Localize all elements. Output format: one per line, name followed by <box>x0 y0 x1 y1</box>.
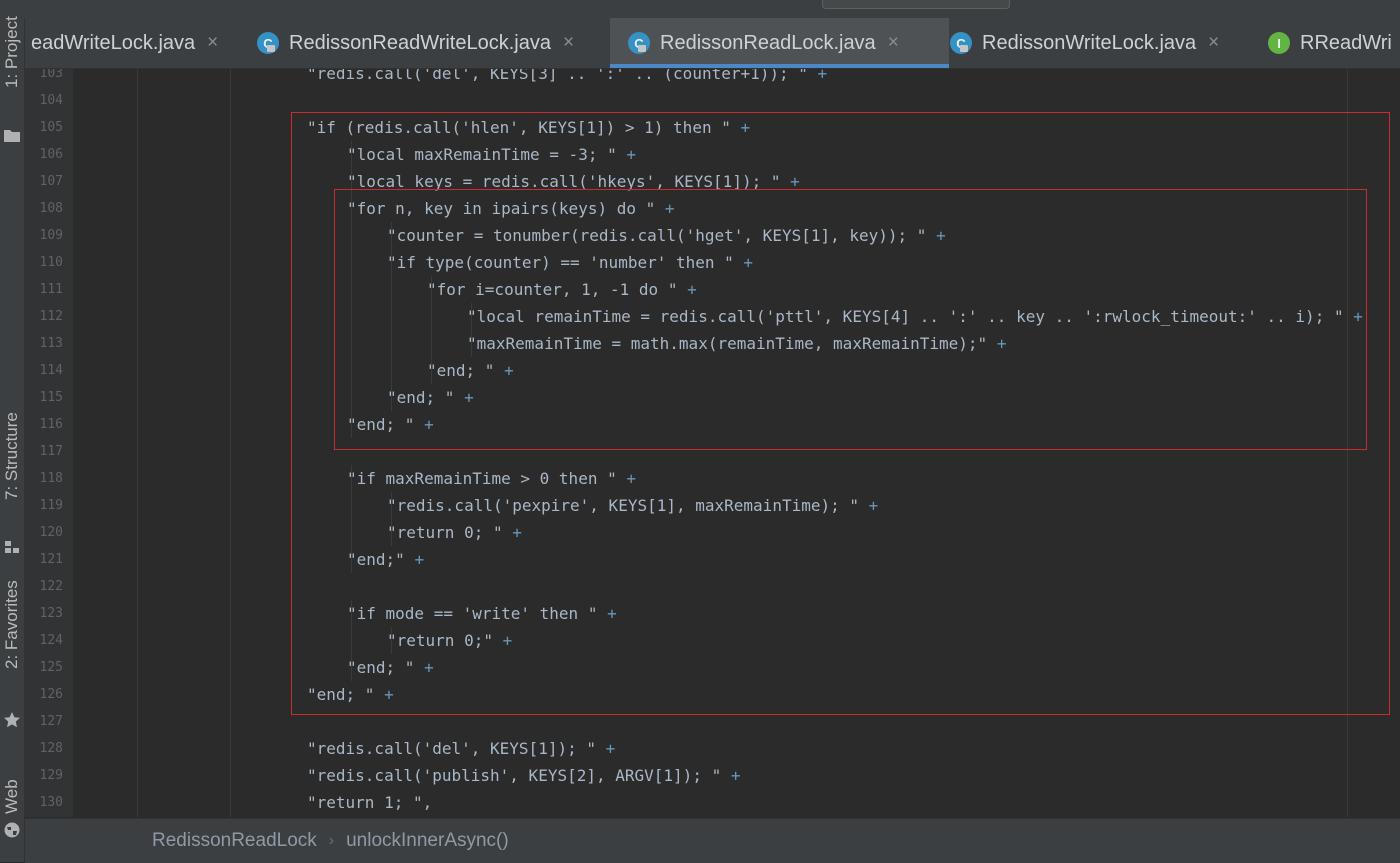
line-number: 115 <box>39 390 63 405</box>
line-number: 123 <box>39 606 63 621</box>
line-number: 103 <box>39 69 63 81</box>
tab-readwritelock-partial[interactable]: eadWriteLock.java × <box>25 18 239 68</box>
line-number: 108 <box>39 201 63 216</box>
close-icon[interactable]: × <box>888 32 899 54</box>
tab-redissonwritelock[interactable]: C RedissonWriteLock.java × <box>940 18 1260 68</box>
tab-label: RedissonReadWriteLock.java <box>289 31 551 54</box>
concat-operator: + <box>817 69 828 83</box>
code-line: "return 1; ", <box>307 789 432 816</box>
class-icon: C <box>628 32 650 54</box>
tool-window-favorites-label: 2: Favorites <box>2 580 21 669</box>
interface-icon: I <box>1268 32 1290 54</box>
breadcrumb-method[interactable]: unlockInnerAsync() <box>346 830 509 852</box>
line-number: 114 <box>39 363 63 378</box>
lock-icon <box>960 45 968 52</box>
line-number: 126 <box>39 687 63 702</box>
line-number: 129 <box>39 768 63 783</box>
close-icon[interactable]: × <box>1208 32 1219 54</box>
active-tab-underline <box>610 64 949 68</box>
indent-guide <box>230 69 231 817</box>
search-field[interactable] <box>822 0 1010 9</box>
line-number-gutter: 103 104 105 106 107 108 109 110 111 112 113 114 115 1… <box>25 69 73 817</box>
breadcrumb-class[interactable]: RedissonReadLock <box>152 830 317 852</box>
folder-icon <box>4 130 20 142</box>
code-line: "redis.call('del', KEYS[3] .. ':' .. (co… <box>307 69 827 87</box>
tab-redissonreadlock[interactable]: C RedissonReadLock.java × <box>610 18 949 68</box>
inner-highlight-box <box>334 189 1367 450</box>
tool-window-structure[interactable]: 7: Structure <box>0 412 24 563</box>
tool-window-web-label: Web <box>2 779 21 814</box>
close-icon[interactable]: × <box>207 32 218 54</box>
editor-tab-bar: eadWriteLock.java × C RedissonReadWriteL… <box>25 18 1400 69</box>
code-line: "redis.call('publish', KEYS[2], ARGV[1])… <box>307 762 741 789</box>
top-toolbar-strip <box>0 0 1400 18</box>
line-number: 124 <box>39 633 63 648</box>
indent-guide <box>137 69 138 817</box>
tab-label: RedissonReadLock.java <box>660 31 876 54</box>
concat-operator: + <box>730 766 741 785</box>
lock-icon <box>638 45 646 52</box>
line-number: 112 <box>39 309 63 324</box>
globe-icon <box>4 822 20 838</box>
star-icon <box>4 712 20 728</box>
tool-window-project-label: 1: Project <box>2 16 21 88</box>
line-number: 117 <box>39 444 63 459</box>
code-line: "redis.call('del', KEYS[1]); " + <box>307 735 615 762</box>
code-text: "return 1; ", <box>307 793 433 812</box>
tool-window-project[interactable]: 1: Project <box>0 16 24 148</box>
structure-icon <box>5 541 19 553</box>
class-icon: C <box>950 32 972 54</box>
tab-label: RedissonWriteLock.java <box>982 31 1197 54</box>
code-editor[interactable]: 103 104 105 106 107 108 109 110 111 112 113 114 115 1… <box>25 69 1400 817</box>
line-number: 109 <box>39 228 63 243</box>
code-text: "redis.call('del', KEYS[1]); " <box>307 739 596 758</box>
line-number: 111 <box>39 282 63 297</box>
line-number: 127 <box>39 714 63 729</box>
tab-label: eadWriteLock.java <box>31 31 196 54</box>
tab-redissonreadwritelock[interactable]: C RedissonReadWriteLock.java × <box>247 18 619 68</box>
lock-icon <box>267 45 275 52</box>
line-number: 113 <box>39 336 63 351</box>
class-icon: C <box>257 32 279 54</box>
close-icon[interactable]: × <box>563 32 574 54</box>
tool-window-sidebar: 1: Project 7: Structure 2: Favorites Web <box>0 16 25 862</box>
line-number: 122 <box>39 579 63 594</box>
line-number: 125 <box>39 660 63 675</box>
tab-label: RReadWri <box>1300 31 1392 54</box>
line-number: 121 <box>39 552 63 567</box>
line-number: 105 <box>39 120 63 135</box>
concat-operator: + <box>605 739 616 758</box>
code-text: "redis.call('publish', KEYS[2], ARGV[1])… <box>307 766 722 785</box>
line-number: 119 <box>39 498 63 513</box>
line-number: 104 <box>39 93 63 108</box>
breadcrumb: RedissonReadLock › unlockInnerAsync() <box>25 818 1400 863</box>
line-number: 128 <box>39 741 63 756</box>
line-number: 107 <box>39 174 63 189</box>
line-number: 106 <box>39 147 63 162</box>
tool-window-web[interactable]: Web <box>0 768 24 858</box>
line-number: 116 <box>39 417 63 432</box>
line-number: 130 <box>39 795 63 810</box>
line-number: 120 <box>39 525 63 540</box>
tool-window-favorites[interactable]: 2: Favorites <box>0 580 24 738</box>
breadcrumb-separator: › <box>328 832 335 849</box>
tool-window-structure-label: 7: Structure <box>2 412 21 500</box>
line-number: 118 <box>39 471 63 486</box>
line-number: 110 <box>39 255 63 270</box>
tab-rreadwritelock[interactable]: I RReadWri <box>1258 18 1400 68</box>
code-text: "redis.call('del', KEYS[3] .. ':' .. (co… <box>307 69 808 83</box>
